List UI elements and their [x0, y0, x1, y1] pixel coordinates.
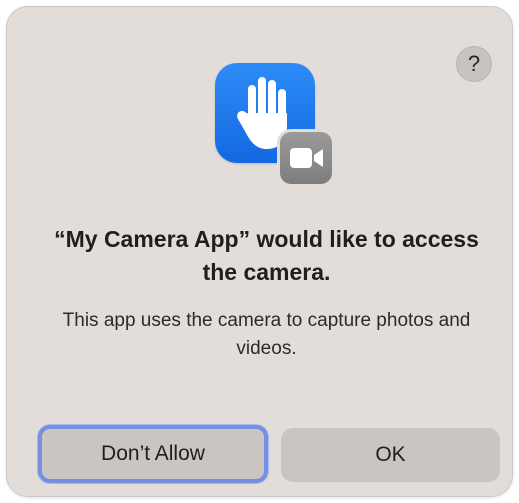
question-mark-icon: ? [467, 51, 481, 76]
camera-badge-icon [277, 129, 335, 187]
camera-permission-dialog: ? “My Camera App” would like to access t… [6, 6, 513, 497]
dont-allow-button[interactable]: Don’t Allow [38, 425, 268, 483]
video-camera-icon [290, 148, 323, 168]
dialog-title: “My Camera App” would like to access the… [54, 226, 479, 285]
help-button[interactable]: ? [456, 46, 492, 82]
dialog-message: This app uses the camera to capture phot… [62, 310, 471, 359]
ok-button[interactable]: OK [281, 428, 500, 482]
